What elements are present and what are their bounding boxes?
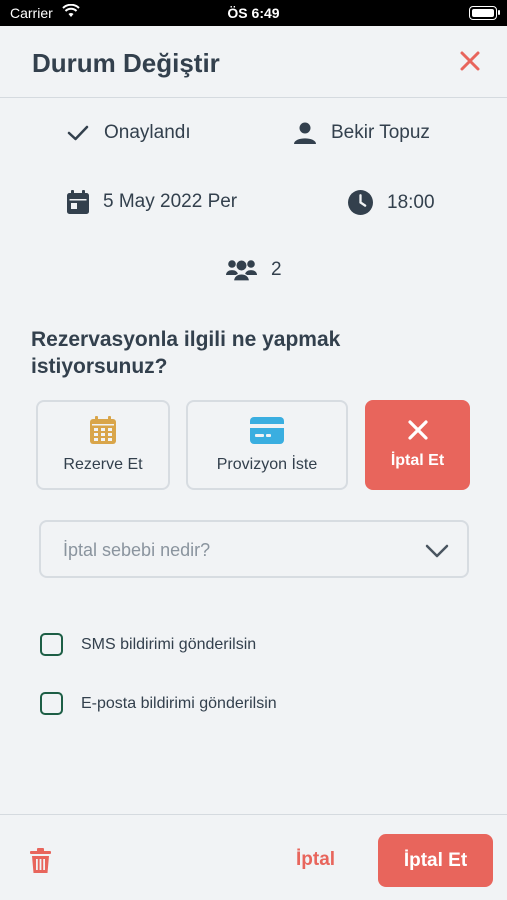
sms-checkbox[interactable] [40,633,63,656]
clock: ÖS 6:49 [227,5,280,21]
date-text: 5 May 2022 Per [103,191,238,212]
cancel-option-button[interactable]: İptal Et [365,400,470,490]
provision-option-button[interactable]: Provizyon İste [186,400,348,490]
party-size-info: 2 [226,258,282,282]
users-icon [226,260,257,282]
action-question: Rezervasyonla ilgili ne yapmak istiyorsu… [31,328,341,378]
reserve-option-button[interactable]: Rezerve Et [36,400,170,490]
status-bar: Carrier ÖS 6:49 [0,0,507,26]
status-text: Onaylandı [104,122,191,143]
confirm-cancel-label: İptal Et [403,849,468,871]
cancel-option-label: İptal Et [390,452,445,469]
calendar-icon [67,190,89,214]
time-text: 18:00 [387,191,435,213]
guest-info: Bekir Topuz [293,121,430,145]
email-notification-row[interactable]: E-posta bildirimi gönderilsin [40,692,277,715]
confirm-cancel-button[interactable]: İptal Et [378,834,493,887]
sms-notification-row[interactable]: SMS bildirimi gönderilsin [40,633,256,656]
modal-header: Durum Değiştir [0,26,507,98]
email-checkbox[interactable] [40,692,63,715]
page-title: Durum Değiştir [32,48,220,78]
guest-name: Bekir Topuz [331,122,430,143]
chevron-down-icon [425,544,449,558]
cancel-reason-select[interactable]: İptal sebebi nedir? [39,520,469,578]
status-info: Onaylandı [66,121,191,145]
date-info: 5 May 2022 Per [67,190,237,214]
reserve-option-label: Rezerve Et [63,456,143,473]
credit-card-icon [250,416,284,444]
battery-icon [469,6,500,20]
email-label: E-posta bildirimi gönderilsin [81,694,277,712]
cancel-reason-placeholder: İptal sebebi nedir? [63,540,211,560]
close-icon[interactable] [459,50,481,72]
trash-icon[interactable] [30,848,51,873]
time-info: 18:00 [348,190,435,215]
user-icon [294,122,316,144]
modal-footer: İptal İptal Et [0,814,507,900]
sms-label: SMS bildirimi gönderilsin [81,635,257,653]
party-size: 2 [271,259,282,280]
provision-option-label: Provizyon İste [216,455,318,473]
clock-icon [348,190,373,215]
calendar-icon [90,416,116,444]
cancel-button[interactable]: İptal [296,849,335,871]
close-icon [407,420,428,440]
check-icon [67,125,89,141]
